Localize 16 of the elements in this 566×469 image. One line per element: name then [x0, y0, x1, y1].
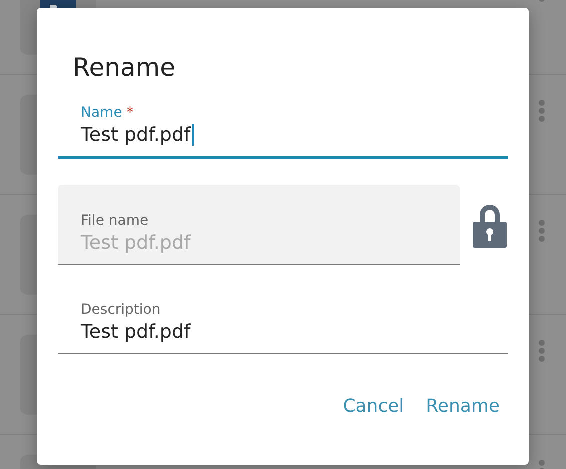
- field-value: Test pdf.pdf: [81, 231, 191, 256]
- field-label: File name: [81, 213, 149, 229]
- field-label: Description: [81, 302, 161, 318]
- field-value: Test pdf.pdf: [81, 123, 191, 148]
- text-field[interactable]: Description Test pdf.pdf: [58, 293, 508, 354]
- dialog-title: Rename: [73, 52, 176, 84]
- more-icon[interactable]: [538, 219, 546, 243]
- rename-button[interactable]: Rename: [418, 390, 508, 423]
- field-label: Name: [81, 105, 122, 121]
- more-icon[interactable]: [538, 99, 546, 123]
- text-field[interactable]: Name * Test pdf.pdf: [58, 96, 508, 159]
- more-icon[interactable]: [538, 339, 546, 363]
- text-cursor: [192, 124, 194, 146]
- cancel-button[interactable]: Cancel: [335, 390, 412, 423]
- required-mark: *: [126, 105, 134, 121]
- field-value: Test pdf.pdf: [81, 320, 191, 345]
